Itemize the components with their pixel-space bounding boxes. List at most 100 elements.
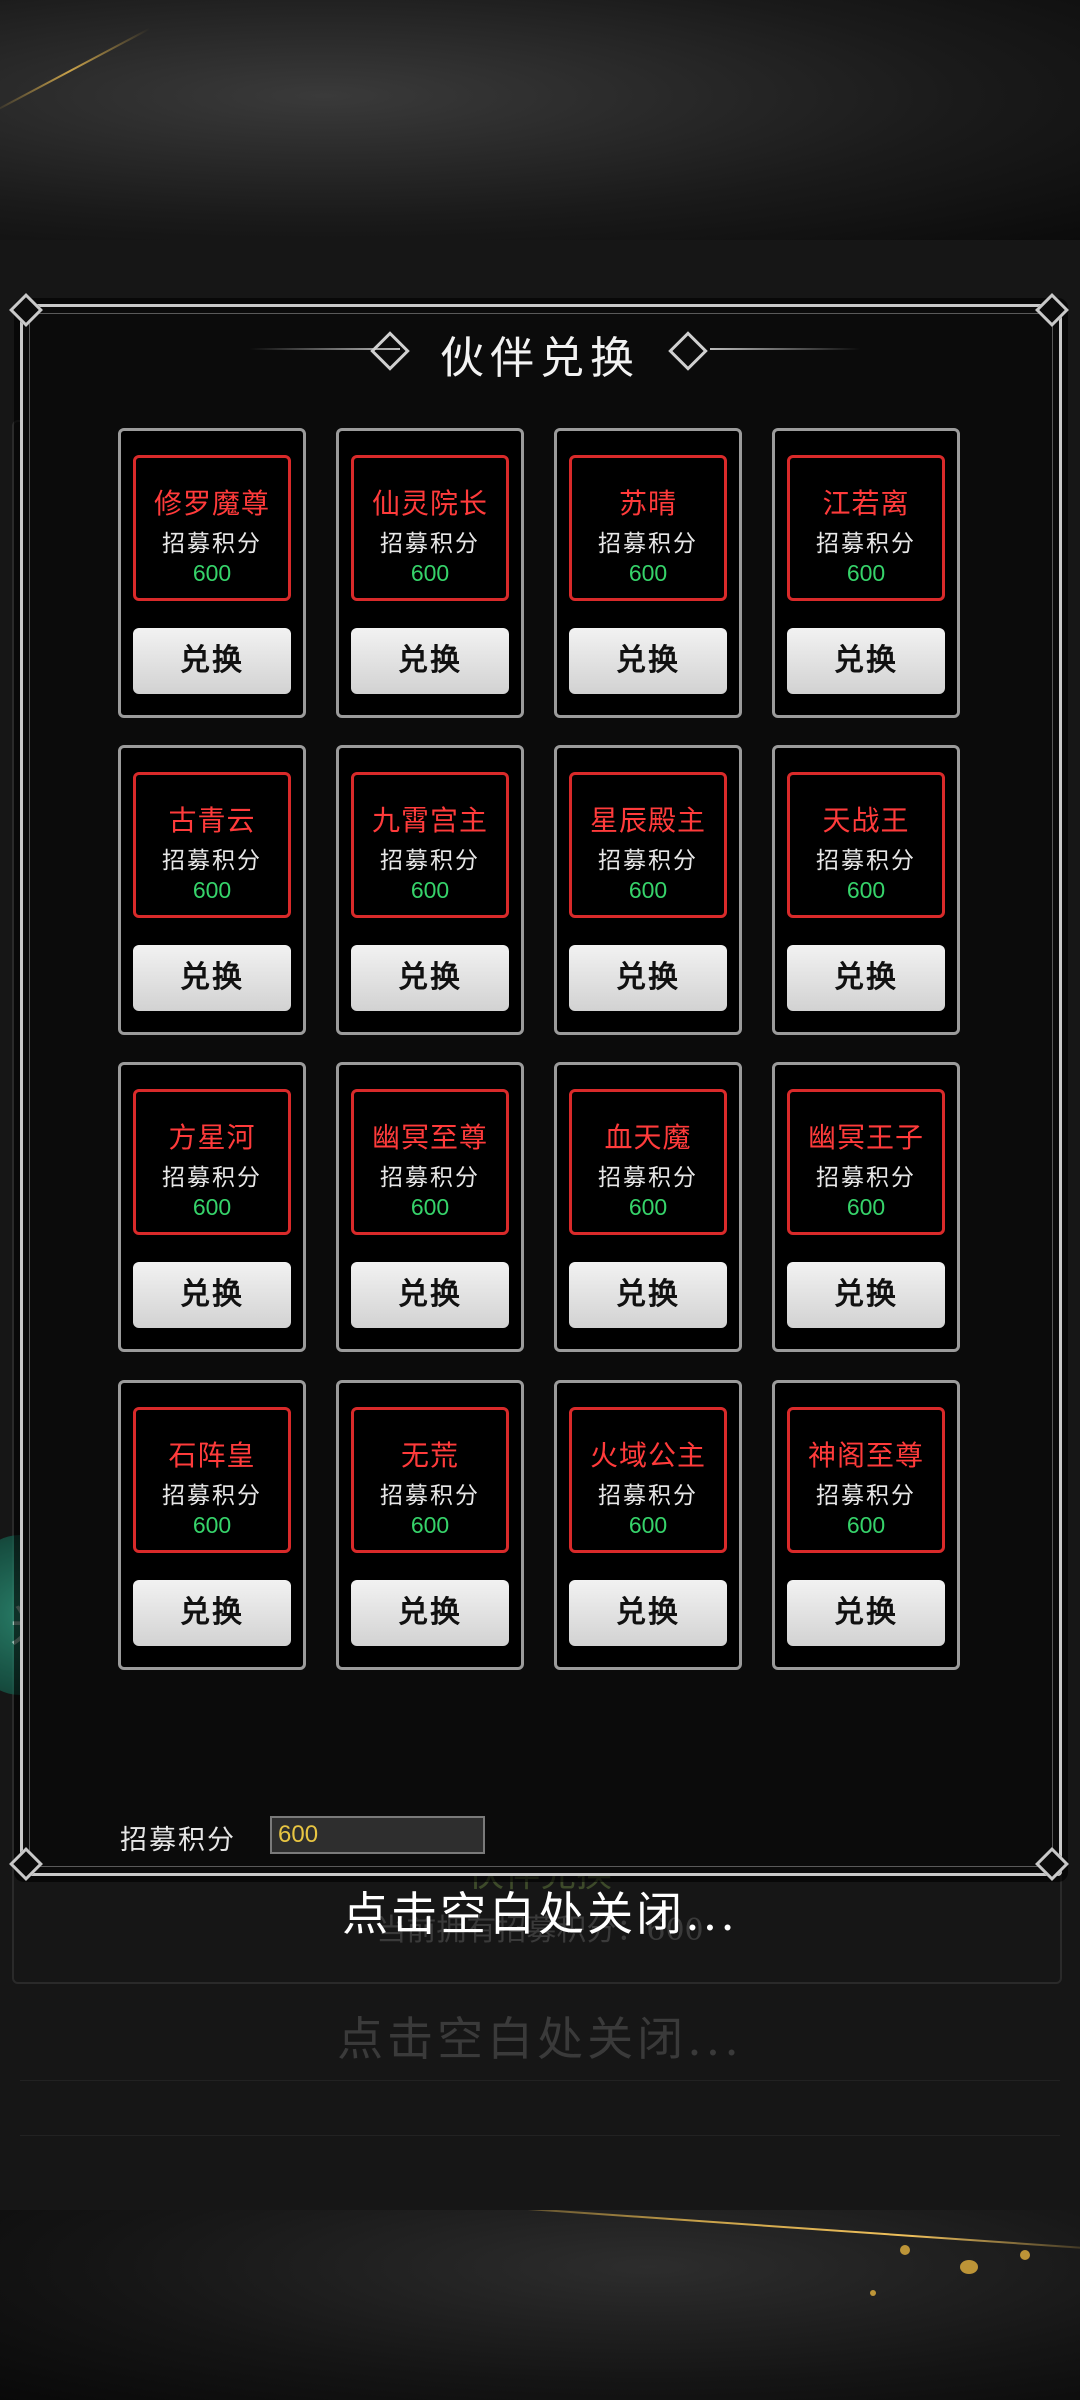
partner-card: 神阁至尊 招募积分 600 兑换 <box>772 1380 960 1670</box>
exchange-button[interactable]: 兑换 <box>787 628 945 694</box>
underlying-close-hint: 点击空白处关闭... <box>337 2012 743 2066</box>
cost-value: 600 <box>628 1512 668 1538</box>
partner-name: 神阁至尊 <box>807 1439 924 1472</box>
partner-card: 火域公主 招募积分 600 兑换 <box>554 1380 742 1670</box>
partner-name: 方星河 <box>168 1121 256 1154</box>
partner-frame: 江若离 招募积分 600 <box>787 455 945 601</box>
exchange-button[interactable]: 兑换 <box>133 1580 291 1646</box>
cost-label: 招募积分 <box>598 1165 698 1191</box>
partner-name: 苏晴 <box>618 487 677 520</box>
underlying-bottom-bar <box>20 2080 1060 2136</box>
partner-frame: 幽冥王子 招募积分 600 <box>787 1089 945 1235</box>
cost-value: 600 <box>192 560 232 586</box>
partner-frame: 火域公主 招募积分 600 <box>569 1407 727 1553</box>
exchange-button[interactable]: 兑换 <box>351 1262 509 1328</box>
partner-name: 星辰殿主 <box>589 804 706 837</box>
exchange-button[interactable]: 兑换 <box>351 945 509 1011</box>
partner-frame: 天战王 招募积分 600 <box>787 772 945 918</box>
cost-value: 600 <box>846 560 886 586</box>
partner-frame: 九霄宫主 招募积分 600 <box>351 772 509 918</box>
partner-card: 苏晴 招募积分 600 兑换 <box>554 428 742 718</box>
partner-frame: 修罗魔尊 招募积分 600 <box>133 455 291 601</box>
cost-label: 招募积分 <box>598 531 698 557</box>
exchange-button[interactable]: 兑换 <box>133 945 291 1011</box>
exchange-button[interactable]: 兑换 <box>569 1262 727 1328</box>
partner-card: 天战王 招募积分 600 兑换 <box>772 745 960 1035</box>
partner-name: 仙灵院长 <box>371 487 488 520</box>
cost-label: 招募积分 <box>816 1165 916 1191</box>
partner-card: 无荒 招募积分 600 兑换 <box>336 1380 524 1670</box>
partner-name: 幽冥王子 <box>807 1121 924 1154</box>
exchange-button[interactable]: 兑换 <box>569 945 727 1011</box>
exchange-button[interactable]: 兑换 <box>787 1580 945 1646</box>
exchange-button[interactable]: 兑换 <box>133 628 291 694</box>
partner-card: 血天魔 招募积分 600 兑换 <box>554 1062 742 1352</box>
partner-name: 天战王 <box>822 804 910 837</box>
cost-label: 招募积分 <box>380 531 480 557</box>
cost-value: 600 <box>846 1512 886 1538</box>
partner-frame: 血天魔 招募积分 600 <box>569 1089 727 1235</box>
partner-frame: 方星河 招募积分 600 <box>133 1089 291 1235</box>
gold-dust-decoration <box>1020 2250 1030 2260</box>
cost-label: 招募积分 <box>162 1483 262 1509</box>
cost-label: 招募积分 <box>816 531 916 557</box>
exchange-button[interactable]: 兑换 <box>351 628 509 694</box>
gold-dust-decoration <box>960 2260 978 2274</box>
partner-frame: 神阁至尊 招募积分 600 <box>787 1407 945 1553</box>
partner-name: 江若离 <box>822 487 910 520</box>
cost-label: 招募积分 <box>380 1483 480 1509</box>
partner-name: 修罗魔尊 <box>153 487 270 520</box>
cost-value: 600 <box>410 560 450 586</box>
partner-card: 九霄宫主 招募积分 600 兑换 <box>336 745 524 1035</box>
partner-name: 石阵皇 <box>168 1439 256 1472</box>
exchange-button[interactable]: 兑换 <box>133 1262 291 1328</box>
cost-label: 招募积分 <box>598 848 698 874</box>
cost-label: 招募积分 <box>380 848 480 874</box>
cost-label: 招募积分 <box>162 531 262 557</box>
partner-card: 江若离 招募积分 600 兑换 <box>772 428 960 718</box>
partner-frame: 古青云 招募积分 600 <box>133 772 291 918</box>
cost-value: 600 <box>410 1512 450 1538</box>
close-hint[interactable]: 点击空白处关闭... <box>0 1878 1080 1944</box>
partner-name: 古青云 <box>168 804 256 837</box>
points-label: 招募积分 <box>120 1825 236 1856</box>
exchange-button[interactable]: 兑换 <box>787 945 945 1011</box>
cost-value: 600 <box>846 1194 886 1220</box>
title-divider-right <box>710 348 860 350</box>
exchange-button[interactable]: 兑换 <box>569 628 727 694</box>
partner-frame: 苏晴 招募积分 600 <box>569 455 727 601</box>
partner-frame: 幽冥至尊 招募积分 600 <box>351 1089 509 1235</box>
cost-value: 600 <box>410 877 450 903</box>
partner-name: 无荒 <box>400 1439 459 1472</box>
exchange-button[interactable]: 兑换 <box>787 1262 945 1328</box>
partner-card: 幽冥至尊 招募积分 600 兑换 <box>336 1062 524 1352</box>
partner-name: 火域公主 <box>589 1439 706 1472</box>
partner-frame: 星辰殿主 招募积分 600 <box>569 772 727 918</box>
exchange-button[interactable]: 兑换 <box>569 1580 727 1646</box>
background-scenery-bottom <box>0 2210 1080 2400</box>
cost-label: 招募积分 <box>598 1483 698 1509</box>
partner-card: 星辰殿主 招募积分 600 兑换 <box>554 745 742 1035</box>
partner-frame: 仙灵院长 招募积分 600 <box>351 455 509 601</box>
partner-frame: 石阵皇 招募积分 600 <box>133 1407 291 1553</box>
cost-value: 600 <box>192 1512 232 1538</box>
points-field[interactable]: 600 <box>270 1816 485 1854</box>
cost-label: 招募积分 <box>162 848 262 874</box>
partner-card: 古青云 招募积分 600 兑换 <box>118 745 306 1035</box>
partner-name: 幽冥至尊 <box>371 1121 488 1154</box>
partner-card: 修罗魔尊 招募积分 600 兑换 <box>118 428 306 718</box>
exchange-button[interactable]: 兑换 <box>351 1580 509 1646</box>
cost-label: 招募积分 <box>380 1165 480 1191</box>
cost-value: 600 <box>192 877 232 903</box>
gold-dust-decoration <box>900 2245 910 2255</box>
cost-value: 600 <box>628 877 668 903</box>
cost-value: 600 <box>846 877 886 903</box>
partner-frame: 无荒 招募积分 600 <box>351 1407 509 1553</box>
cost-label: 招募积分 <box>816 848 916 874</box>
partner-card: 方星河 招募积分 600 兑换 <box>118 1062 306 1352</box>
cost-value: 600 <box>628 1194 668 1220</box>
cost-value: 600 <box>192 1194 232 1220</box>
partner-card: 仙灵院长 招募积分 600 兑换 <box>336 428 524 718</box>
cost-label: 招募积分 <box>162 1165 262 1191</box>
partner-name: 血天魔 <box>604 1121 692 1154</box>
